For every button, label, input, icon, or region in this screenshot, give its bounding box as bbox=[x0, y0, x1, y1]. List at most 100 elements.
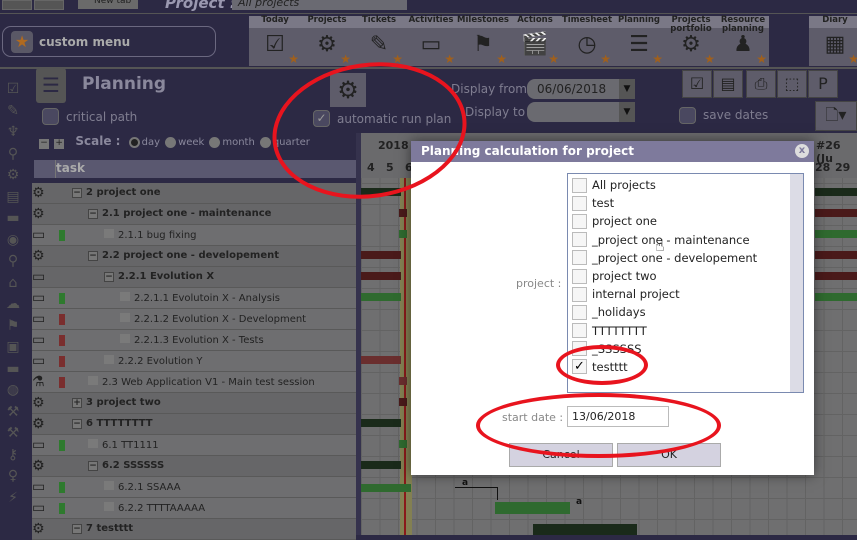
menu-timesheet[interactable]: Timesheet ◷ ★ bbox=[561, 16, 613, 66]
close-icon[interactable]: x bbox=[795, 144, 809, 158]
finance-icon[interactable]: ⌂ bbox=[3, 275, 23, 291]
expand-toggle[interactable]: + bbox=[72, 398, 82, 408]
plug-icon[interactable]: ⚡ bbox=[3, 490, 23, 506]
menu-activities[interactable]: Activities ▭ ★ bbox=[405, 16, 457, 66]
ms-project-export-icon[interactable]: P bbox=[808, 70, 838, 98]
activity-icon[interactable]: ▭ bbox=[32, 311, 45, 327]
project-gear-icon[interactable]: ⚙ bbox=[32, 248, 45, 264]
task-row[interactable]: ▭ 2.2.2 Evolution Y bbox=[32, 351, 356, 372]
checkbox[interactable] bbox=[572, 286, 587, 302]
print-icon[interactable]: ⎙ bbox=[746, 70, 776, 98]
task-row[interactable]: ▭ 2.2.1.2 Evolution X - Development bbox=[32, 309, 356, 330]
collapse-all-button[interactable]: − bbox=[39, 139, 49, 149]
gantt-bar[interactable] bbox=[361, 293, 401, 301]
task-row[interactable]: ⚙ +3 project two bbox=[32, 393, 356, 414]
menu-planning[interactable]: Planning ☰ ★ bbox=[613, 16, 665, 66]
checkbox[interactable] bbox=[572, 323, 587, 339]
collapse-toggle[interactable]: − bbox=[72, 524, 82, 534]
box-icon[interactable]: ▣ bbox=[3, 339, 23, 355]
gantt-bar[interactable] bbox=[399, 230, 407, 238]
collapse-toggle[interactable]: − bbox=[88, 209, 98, 219]
chevron-down-icon[interactable]: ▼ bbox=[619, 79, 635, 99]
checkbox[interactable] bbox=[572, 250, 587, 266]
project-option[interactable]: All projects bbox=[568, 176, 803, 194]
menu-tickets[interactable]: Tickets ✎ ★ bbox=[353, 16, 405, 66]
project-option[interactable]: project two bbox=[568, 267, 803, 285]
gantt-bar[interactable] bbox=[361, 251, 401, 259]
activity-icon[interactable]: ▭ bbox=[32, 290, 45, 306]
baseline-button[interactable]: ☑ bbox=[682, 70, 712, 98]
briefcase-icon[interactable]: ▬ bbox=[3, 210, 23, 226]
gantt-bar[interactable] bbox=[361, 356, 401, 364]
new-item-dropdown[interactable]: 🗋▾ bbox=[815, 101, 857, 131]
test-session-icon[interactable]: ⚗ bbox=[32, 374, 45, 390]
new-tab-button[interactable]: New tab bbox=[78, 0, 138, 9]
project-gear-icon[interactable]: ⚙ bbox=[32, 458, 45, 474]
checkbox[interactable] bbox=[572, 304, 587, 320]
activity-icon[interactable]: ▭ bbox=[32, 227, 45, 243]
gantt-bar[interactable] bbox=[815, 272, 857, 280]
chevron-down-icon[interactable]: ▼ bbox=[619, 102, 635, 122]
menu-resource-planning[interactable]: Resource planning ♟ ★ bbox=[717, 16, 769, 66]
task-row[interactable]: ▭ 6.2.2 TTTTAAAAA bbox=[32, 498, 356, 519]
activity-icon[interactable]: ▭ bbox=[32, 269, 45, 285]
menu-projects-portfolio[interactable]: Projects portfolio ⚙ ★ bbox=[665, 16, 717, 66]
checkbox[interactable] bbox=[572, 177, 587, 193]
task-row[interactable]: ▭ 2.2.1.3 Evolution X - Tests bbox=[32, 330, 356, 351]
activity-icon[interactable]: ▭ bbox=[32, 437, 45, 453]
globe-icon[interactable]: ◍ bbox=[3, 382, 23, 398]
project-gear-icon[interactable]: ⚙ bbox=[32, 185, 45, 201]
expand-all-button[interactable]: + bbox=[54, 139, 65, 149]
task-row[interactable]: ⚗ 2.3 Web Application V1 - Main test sess… bbox=[32, 372, 356, 393]
gantt-bar[interactable] bbox=[399, 209, 407, 217]
gantt-bar[interactable] bbox=[361, 419, 401, 427]
checkbox[interactable] bbox=[572, 268, 587, 284]
project-gear-icon[interactable]: ⚙ bbox=[32, 416, 45, 432]
save-baseline-button[interactable]: ▤ bbox=[713, 70, 743, 98]
custom-menu-button[interactable]: ★ custom menu bbox=[2, 26, 216, 57]
gantt-bar[interactable] bbox=[815, 293, 857, 301]
task-row[interactable]: ⚙ −2.2 project one - developement bbox=[32, 246, 356, 267]
signpost-icon[interactable]: ⚑ bbox=[3, 318, 23, 334]
gantt-bar[interactable] bbox=[815, 230, 857, 238]
hierarchy-icon[interactable]: ♆ bbox=[3, 124, 23, 140]
project-option[interactable]: internal project bbox=[568, 285, 803, 303]
robot-arm-icon[interactable]: ⚒ bbox=[3, 404, 23, 420]
person-icon[interactable]: ♀ bbox=[3, 468, 23, 484]
gantt-bar[interactable] bbox=[399, 440, 407, 448]
clipboard-icon[interactable]: ✎ bbox=[3, 103, 23, 119]
gantt-bar[interactable] bbox=[399, 377, 407, 385]
task-row[interactable]: ▭ 6.1 TT1111 bbox=[32, 435, 356, 456]
critical-path-checkbox[interactable] bbox=[42, 108, 59, 125]
task-row[interactable]: ⚙ −2.1 project one - maintenance bbox=[32, 204, 356, 225]
scale-radio-day[interactable]: day bbox=[128, 136, 160, 148]
key-icon[interactable]: ⚷ bbox=[3, 447, 23, 463]
scale-radio-week[interactable]: week bbox=[165, 136, 204, 148]
menu-actions[interactable]: Actions 🎬 ★ bbox=[509, 16, 561, 66]
back-button[interactable] bbox=[2, 0, 32, 10]
weather-icon[interactable]: ☁ bbox=[3, 296, 23, 312]
project-option[interactable]: test bbox=[568, 194, 803, 212]
task-row[interactable]: ⚙ −6 TTTTTTTT bbox=[32, 414, 356, 435]
collapse-toggle[interactable]: − bbox=[104, 272, 114, 282]
eye-icon[interactable]: ◉ bbox=[3, 232, 23, 248]
task-row[interactable]: ▭ −2.2.1 Evolution X bbox=[32, 267, 356, 288]
gantt-bar[interactable] bbox=[815, 188, 857, 196]
gantt-bar[interactable] bbox=[815, 209, 857, 217]
project-option[interactable]: project one bbox=[568, 212, 803, 230]
project-option[interactable]: _project one - maintenance bbox=[568, 231, 803, 249]
briefcase-icon[interactable]: ▬ bbox=[3, 361, 23, 377]
scrollbar[interactable] bbox=[790, 174, 803, 392]
document-icon[interactable]: ▤ bbox=[3, 189, 23, 205]
project-option[interactable]: TTTTTTTT bbox=[568, 322, 803, 340]
search-user-icon[interactable]: ⚲ bbox=[3, 253, 23, 269]
activity-icon[interactable]: ▭ bbox=[32, 353, 45, 369]
gantt-bar[interactable] bbox=[361, 272, 401, 280]
activity-icon[interactable]: ▭ bbox=[32, 479, 45, 495]
collapse-toggle[interactable]: − bbox=[88, 461, 98, 471]
project-select[interactable]: All projects bbox=[232, 0, 407, 10]
collapse-toggle[interactable]: − bbox=[72, 188, 82, 198]
forward-button[interactable] bbox=[34, 0, 64, 10]
gantt-bar[interactable] bbox=[533, 524, 637, 535]
gantt-bar[interactable] bbox=[361, 461, 401, 469]
